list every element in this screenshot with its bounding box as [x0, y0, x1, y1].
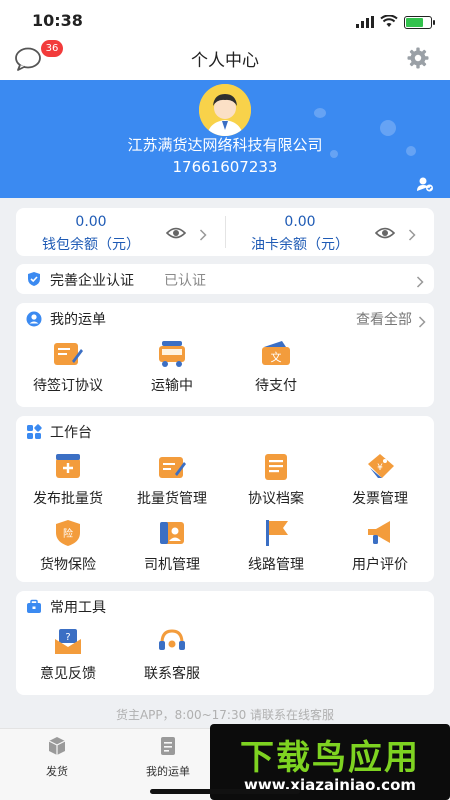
workbench-item-label: 用户评价 [352, 557, 408, 573]
cube-icon [46, 735, 68, 757]
wallet-balance-value: 0.00 [75, 214, 107, 230]
fuel-card-balance-value: 0.00 [284, 214, 316, 230]
workbench-item-label: 批量货管理 [137, 491, 207, 507]
status-icons [356, 13, 435, 32]
status-time: 10:38 [32, 11, 83, 30]
watermark-logo-text: 下载鸟应用 [240, 738, 420, 778]
fuel-card-balance-label: 油卡余额（元） [251, 237, 349, 253]
wifi-icon [380, 13, 398, 32]
order-item-label: 运输中 [151, 378, 193, 394]
driver-management[interactable]: 司机管理 [120, 518, 224, 574]
user-reviews[interactable]: 用户评价 [328, 518, 432, 574]
enterprise-certification-row[interactable]: 完善企业认证 已认证 [16, 264, 434, 294]
workbench-item-label: 货物保险 [40, 557, 96, 573]
common-tools-card: 常用工具 ? 意见反馈 联系客服 [16, 591, 434, 695]
route-flag-icon [260, 518, 292, 548]
user-verified-icon[interactable] [416, 176, 434, 192]
user-circle-icon [26, 311, 42, 327]
decoration-bubble [314, 108, 326, 118]
home-indicator [150, 789, 300, 794]
truck-icon [156, 339, 188, 369]
review-megaphone-icon [364, 518, 396, 548]
nav-bar: 36 个人中心 [0, 40, 450, 80]
document-icon [157, 735, 179, 757]
tab-ship[interactable]: 发货 [2, 735, 112, 779]
profile-header: 江苏满货达网络科技有限公司 17661607233 [0, 80, 450, 198]
feedback-icon: ? [52, 627, 84, 657]
chevron-right-icon [199, 226, 207, 241]
status-bar: 10:38 [0, 0, 450, 40]
cargo-manage-icon [156, 452, 188, 482]
grid-apps-icon [26, 424, 42, 440]
certification-label: 完善企业认证 [50, 273, 134, 289]
chevron-right-icon[interactable] [418, 313, 426, 328]
order-item-label: 待支付 [255, 378, 297, 394]
contract-icon [52, 339, 84, 369]
order-item-label: 待签订协议 [33, 378, 103, 394]
svg-text:?: ? [65, 632, 70, 643]
tool-item-label: 意见反馈 [40, 666, 96, 682]
service-hours-tip: 货主APP，8:00~17:30 请联系在线客服 [115, 708, 335, 722]
workbench-title: 工作台 [50, 425, 92, 441]
workbench-item-label: 线路管理 [248, 557, 304, 573]
certification-status: 已认证 [164, 273, 206, 289]
agreement-archive-icon [260, 452, 292, 482]
svg-text:险: 险 [63, 527, 73, 540]
workbench-item-label: 发布批量货 [33, 491, 103, 507]
signal-icon [356, 13, 374, 32]
publish-bulk-cargo[interactable]: 发布批量货 [16, 452, 120, 508]
tool-item-label: 联系客服 [144, 666, 200, 682]
tab-my-orders[interactable]: 我的运单 [113, 735, 223, 779]
common-tools-title: 常用工具 [50, 600, 106, 616]
balance-card: 0.00 钱包余额（元） 0.00 油卡余额（元） [16, 208, 434, 256]
headset-icon [156, 627, 188, 657]
bulk-cargo-management[interactable]: 批量货管理 [120, 452, 224, 508]
invoice-management[interactable]: ¥ 发票管理 [328, 452, 432, 508]
order-in-transit[interactable]: 运输中 [120, 339, 224, 395]
wallet-balance-label: 钱包余额（元） [42, 237, 140, 253]
insurance-icon: 险 [52, 518, 84, 548]
tab-label: 我的运单 [146, 765, 190, 778]
phone-number: 17661607233 [172, 158, 278, 176]
cargo-insurance[interactable]: 险 货物保险 [16, 518, 120, 574]
wallet-balance[interactable]: 0.00 钱包余额（元） [16, 208, 225, 256]
shield-check-icon [26, 271, 42, 287]
workbench-item-label: 发票管理 [352, 491, 408, 507]
avatar[interactable] [199, 84, 251, 136]
route-management[interactable]: 线路管理 [224, 518, 328, 574]
svg-text:¥: ¥ [377, 463, 383, 473]
contact-support[interactable]: 联系客服 [120, 627, 224, 683]
chevron-right-icon [416, 273, 424, 288]
chevron-right-icon [408, 226, 416, 241]
my-orders-title: 我的运单 [50, 312, 106, 328]
workbench-card: 工作台 发布批量货 批量货管理 协议档案 ¥ 发票管理 险 货物保险 司机管理 … [16, 416, 434, 582]
toolbox-icon [26, 599, 42, 615]
order-pending-agreement[interactable]: 待签订协议 [16, 339, 120, 395]
driver-icon [156, 518, 188, 548]
gear-icon[interactable] [406, 46, 430, 70]
publish-cargo-icon [52, 452, 84, 482]
workbench-item-label: 协议档案 [248, 491, 304, 507]
fuel-card-balance[interactable]: 0.00 油卡余额（元） [225, 208, 434, 256]
feedback[interactable]: ? 意见反馈 [16, 627, 120, 683]
company-name: 江苏满货达网络科技有限公司 [127, 136, 323, 154]
workbench-item-label: 司机管理 [144, 557, 200, 573]
eye-icon[interactable] [165, 225, 187, 239]
view-all-link[interactable]: 查看全部 [356, 309, 412, 329]
payment-icon: 文 [260, 339, 292, 369]
svg-text:文: 文 [271, 350, 282, 364]
order-pending-payment[interactable]: 文 待支付 [224, 339, 328, 395]
battery-icon [404, 16, 435, 29]
invoice-icon: ¥ [364, 452, 396, 482]
tab-label: 发货 [46, 765, 68, 778]
eye-icon[interactable] [374, 225, 396, 239]
agreement-archive[interactable]: 协议档案 [224, 452, 328, 508]
page-title: 个人中心 [191, 51, 259, 71]
my-orders-card: 我的运单 查看全部 待签订协议 运输中 文 待支付 [16, 303, 434, 407]
